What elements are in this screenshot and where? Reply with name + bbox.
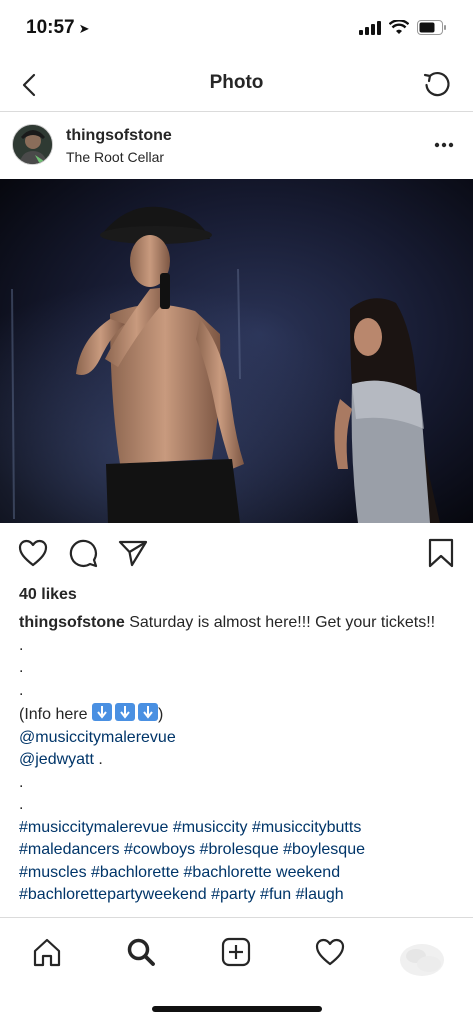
comment-icon <box>69 539 98 568</box>
caption-hashtags[interactable]: #musiccitymalerevue #musiccity #musiccit… <box>19 817 459 840</box>
battery-icon <box>417 20 446 35</box>
caption-mention-link[interactable]: @musiccitymalerevue <box>19 727 459 750</box>
caption-hashtags[interactable]: #muscles #bachlorette #bachlorette weeke… <box>19 862 459 885</box>
wifi-icon <box>389 20 409 34</box>
save-button[interactable] <box>424 536 458 570</box>
caption-info-suffix: ) <box>157 706 164 723</box>
cellular-signal-icon <box>359 20 381 35</box>
caption-mention-line: @jedwyatt . <box>19 749 459 772</box>
tab-add-post[interactable] <box>218 934 254 970</box>
caption-mention-suffix: . <box>93 751 103 768</box>
caption-info-line: (Info here ) <box>19 702 459 727</box>
caption-text: Saturday is almost here!!! Get your tick… <box>129 614 436 631</box>
location-arrow-icon: ➤ <box>78 21 90 36</box>
tab-home[interactable] <box>29 934 65 970</box>
send-icon <box>118 540 148 567</box>
status-bar: 10:57 ➤ <box>0 0 473 58</box>
more-dots-icon <box>434 142 454 148</box>
caption-dot: . <box>19 681 24 699</box>
tab-profile[interactable] <box>396 938 448 982</box>
caption-username[interactable]: thingsofstone <box>19 614 125 631</box>
caption-hashtags[interactable]: #maledancers #cowboys #brolesque #boyles… <box>19 839 459 862</box>
comment-button[interactable] <box>66 536 100 570</box>
post-header: thingsofstone The Root Cellar <box>0 113 473 179</box>
home-indicator[interactable] <box>152 1006 322 1012</box>
caption-dot: . <box>19 636 24 654</box>
nav-bar: Photo <box>0 58 473 112</box>
tab-search[interactable] <box>123 934 159 970</box>
heart-icon <box>18 539 48 567</box>
post-location[interactable]: The Root Cellar <box>66 149 164 165</box>
heart-icon <box>315 938 345 966</box>
caption-first-line: thingsofstone Saturday is almost here!!!… <box>19 612 459 635</box>
bookmark-icon <box>428 538 454 568</box>
like-count[interactable]: 40 likes <box>19 586 77 604</box>
refresh-icon <box>423 71 450 97</box>
caption-dot: . <box>19 773 24 791</box>
caption-dot: . <box>19 659 24 676</box>
post-actions <box>0 530 473 578</box>
down-arrow-emoji-icon <box>91 703 158 721</box>
page-title: Photo <box>209 72 264 93</box>
caption-hashtags[interactable]: #bachlorettepartyweekend #party #fun #la… <box>19 884 459 907</box>
add-post-icon <box>221 937 251 967</box>
more-options-button[interactable] <box>431 135 457 155</box>
home-icon <box>33 938 61 967</box>
caption-dot: . <box>19 796 24 813</box>
search-icon <box>127 938 155 966</box>
post-photo[interactable] <box>0 179 473 523</box>
clock: 10:57 <box>26 17 75 38</box>
share-button[interactable] <box>116 536 150 570</box>
tab-activity[interactable] <box>312 934 348 970</box>
avatar[interactable] <box>12 124 53 165</box>
caption-info-prefix: (Info here <box>19 706 88 723</box>
like-button[interactable] <box>16 536 50 570</box>
profile-icon <box>396 938 448 982</box>
status-icons <box>359 20 447 35</box>
stage-photo <box>0 179 473 523</box>
caption-mention-link[interactable]: @jedwyatt <box>19 751 94 768</box>
status-time: 10:57 ➤ <box>26 17 90 39</box>
refresh-button[interactable] <box>419 66 455 102</box>
avatar-image <box>13 125 52 164</box>
post-caption: thingsofstone Saturday is almost here!!!… <box>19 612 459 907</box>
post-username[interactable]: thingsofstone <box>66 127 172 145</box>
